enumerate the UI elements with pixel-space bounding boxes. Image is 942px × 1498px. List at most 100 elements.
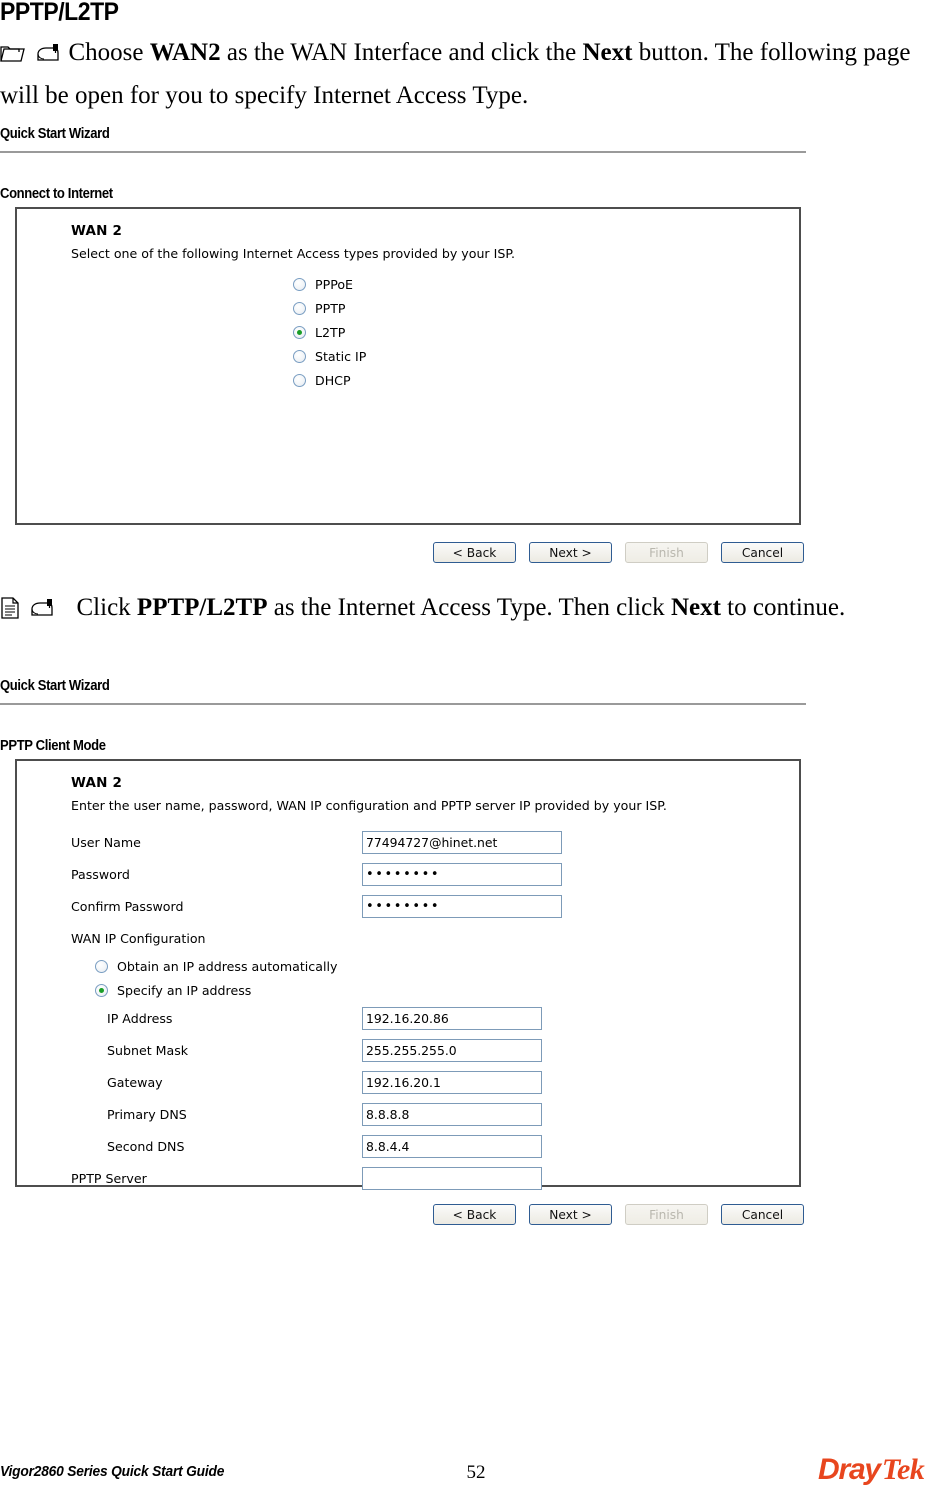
field-label-subnet-mask: Subnet Mask xyxy=(107,1042,189,1058)
radio-option-label: DHCP xyxy=(315,372,351,388)
radio-option-dhcp[interactable]: DHCP xyxy=(293,368,799,392)
folder-icon xyxy=(0,37,26,76)
finish-button: Finish xyxy=(625,1204,708,1225)
quick-start-wizard-panel-1: Quick Start Wizard Connect to Internet W… xyxy=(0,126,806,563)
input-value: 192.16.20.1 xyxy=(366,1074,441,1090)
field-label-gateway: Gateway xyxy=(107,1074,163,1090)
wizard-content-box: WAN 2 Select one of the following Intern… xyxy=(15,207,801,525)
input-value: 8.8.4.4 xyxy=(366,1138,410,1154)
radio-option-specify-an-ip-address[interactable]: Specify an IP address xyxy=(95,978,799,1002)
radio-option-label: Specify an IP address xyxy=(117,982,252,998)
section-label-pptp-client-mode: PPTP Client Mode xyxy=(0,738,106,754)
radio-option-label: PPPoE xyxy=(315,276,353,292)
instruction-text-fragment: Next xyxy=(670,594,721,621)
instruction-text-fragment: as the Internet Access Type. Then click xyxy=(267,594,671,621)
input-primary-dns[interactable]: 8.8.8.8 xyxy=(362,1102,542,1126)
wizard-divider xyxy=(0,151,806,153)
input-password[interactable]: •••••••• xyxy=(362,862,562,886)
wizard-button-row: < Back Next > Finish Cancel xyxy=(0,542,806,563)
form-row: Confirm Password •••••••• xyxy=(71,890,799,922)
instruction-text-fragment: Click xyxy=(76,594,137,621)
radio-option-pppoe[interactable]: PPPoE xyxy=(293,272,799,296)
form-row: Second DNS 8.8.4.4 xyxy=(71,1130,799,1162)
instruction-text-fragment: to continue. xyxy=(720,594,846,621)
wizard-divider xyxy=(0,703,806,705)
radio-option-label: Obtain an IP address automatically xyxy=(117,958,338,974)
field-label-second-dns: Second DNS xyxy=(107,1138,185,1154)
input-second-dns[interactable]: 8.8.4.4 xyxy=(362,1134,542,1158)
form-row: WAN IP Configuration xyxy=(71,922,799,954)
draytek-logo: DrayTek xyxy=(818,1453,925,1486)
radio-option-label: Static IP xyxy=(315,348,367,364)
pptp-client-form: User Name 77494727@hinet.net Password •••••… xyxy=(71,826,799,1194)
back-button[interactable]: < Back xyxy=(433,1204,516,1225)
field-label-wan-ip-configuration: WAN IP Configuration xyxy=(71,930,206,946)
radio-button-icon[interactable] xyxy=(293,277,306,291)
radio-option-label: L2TP xyxy=(315,324,346,340)
field-label-user-name: User Name xyxy=(71,834,141,850)
radio-button-icon[interactable] xyxy=(293,325,306,339)
mailbox-icon xyxy=(34,37,60,76)
next-button[interactable]: Next > xyxy=(529,542,612,563)
input-user-name[interactable]: 77494727@hinet.net xyxy=(362,830,562,854)
next-button[interactable]: Next > xyxy=(529,1204,612,1225)
wan-heading: WAN 2 xyxy=(71,775,123,791)
instruction-step-1: Choose WAN2 as the WAN Interface and cli… xyxy=(0,33,930,115)
form-row: Gateway 192.16.20.1 xyxy=(71,1066,799,1098)
input-value: •••••••• xyxy=(366,866,441,882)
instruction-step-2: Click PPTP/L2TP as the Internet Access T… xyxy=(0,588,930,631)
instruction-text-fragment: Choose xyxy=(68,39,150,66)
radio-button-icon[interactable] xyxy=(293,373,306,387)
instruction-text-fragment: as the WAN Interface and click the xyxy=(220,39,583,66)
footer-page-number: 52 xyxy=(466,1462,486,1483)
field-label-pptp-server: PPTP Server xyxy=(71,1170,147,1186)
cancel-button[interactable]: Cancel xyxy=(721,1204,804,1225)
form-row: IP Address 192.16.20.86 xyxy=(71,1002,799,1034)
logo-text-dray: Dray xyxy=(818,1453,881,1486)
instruction-text-fragment: WAN2 xyxy=(149,39,221,66)
wan-description: Enter the user name, password, WAN IP co… xyxy=(71,798,667,813)
radio-button-icon[interactable] xyxy=(293,349,306,363)
input-ip-address[interactable]: 192.16.20.86 xyxy=(362,1006,542,1030)
form-row: Primary DNS 8.8.8.8 xyxy=(71,1098,799,1130)
radio-option-l2tp[interactable]: L2TP xyxy=(293,320,799,344)
input-confirm-password[interactable]: •••••••• xyxy=(362,894,562,918)
wan-heading: WAN 2 xyxy=(71,223,123,239)
wizard-title: Quick Start Wizard xyxy=(0,126,110,142)
wan-description: Select one of the following Internet Acc… xyxy=(71,246,515,261)
wizard-button-row: < Back Next > Finish Cancel xyxy=(0,1204,806,1225)
input-value: 192.16.20.86 xyxy=(366,1010,449,1026)
input-gateway[interactable]: 192.16.20.1 xyxy=(362,1070,542,1094)
quick-start-wizard-panel-2: Quick Start Wizard PPTP Client Mode WAN … xyxy=(0,678,806,1225)
instruction-text-fragment: Next xyxy=(582,39,633,66)
finish-button: Finish xyxy=(625,542,708,563)
footer-guide-title: Vigor2860 Series Quick Start Guide xyxy=(0,1464,225,1480)
field-label-password: Password xyxy=(71,866,130,882)
wizard-title: Quick Start Wizard xyxy=(0,678,110,694)
input-pptp-server[interactable] xyxy=(362,1166,542,1190)
form-row: PPTP Server xyxy=(71,1162,799,1194)
form-row: Subnet Mask 255.255.255.0 xyxy=(71,1034,799,1066)
radio-option-obtain-an-ip-address-automatically[interactable]: Obtain an IP address automatically xyxy=(95,954,799,978)
back-button[interactable]: < Back xyxy=(433,542,516,563)
mailbox-icon xyxy=(28,592,54,631)
field-label-confirm-password: Confirm Password xyxy=(71,898,184,914)
form-row: Password •••••••• xyxy=(71,858,799,890)
radio-option-static-ip[interactable]: Static IP xyxy=(293,344,799,368)
input-subnet-mask[interactable]: 255.255.255.0 xyxy=(362,1038,542,1062)
radio-option-label: PPTP xyxy=(315,300,346,316)
instruction-text-fragment: PPTP/L2TP xyxy=(136,594,268,621)
section-label-connect-to-internet: Connect to Internet xyxy=(0,186,113,202)
internet-access-type-radio-group: PPPoE PPTP L2TP Static IP DHCP xyxy=(293,272,799,392)
input-value: 255.255.255.0 xyxy=(366,1042,457,1058)
wizard-content-box: WAN 2 Enter the user name, password, WAN… xyxy=(15,759,801,1190)
field-label-ip-address: IP Address xyxy=(107,1010,173,1026)
radio-option-pptp[interactable]: PPTP xyxy=(293,296,799,320)
page-title: PPTP/L2TP xyxy=(0,0,119,26)
cancel-button[interactable]: Cancel xyxy=(721,542,804,563)
radio-button-icon[interactable] xyxy=(293,301,306,315)
radio-button-icon[interactable] xyxy=(95,983,108,997)
radio-button-icon[interactable] xyxy=(95,959,108,973)
document-icon xyxy=(0,592,20,631)
input-value: •••••••• xyxy=(366,898,441,914)
